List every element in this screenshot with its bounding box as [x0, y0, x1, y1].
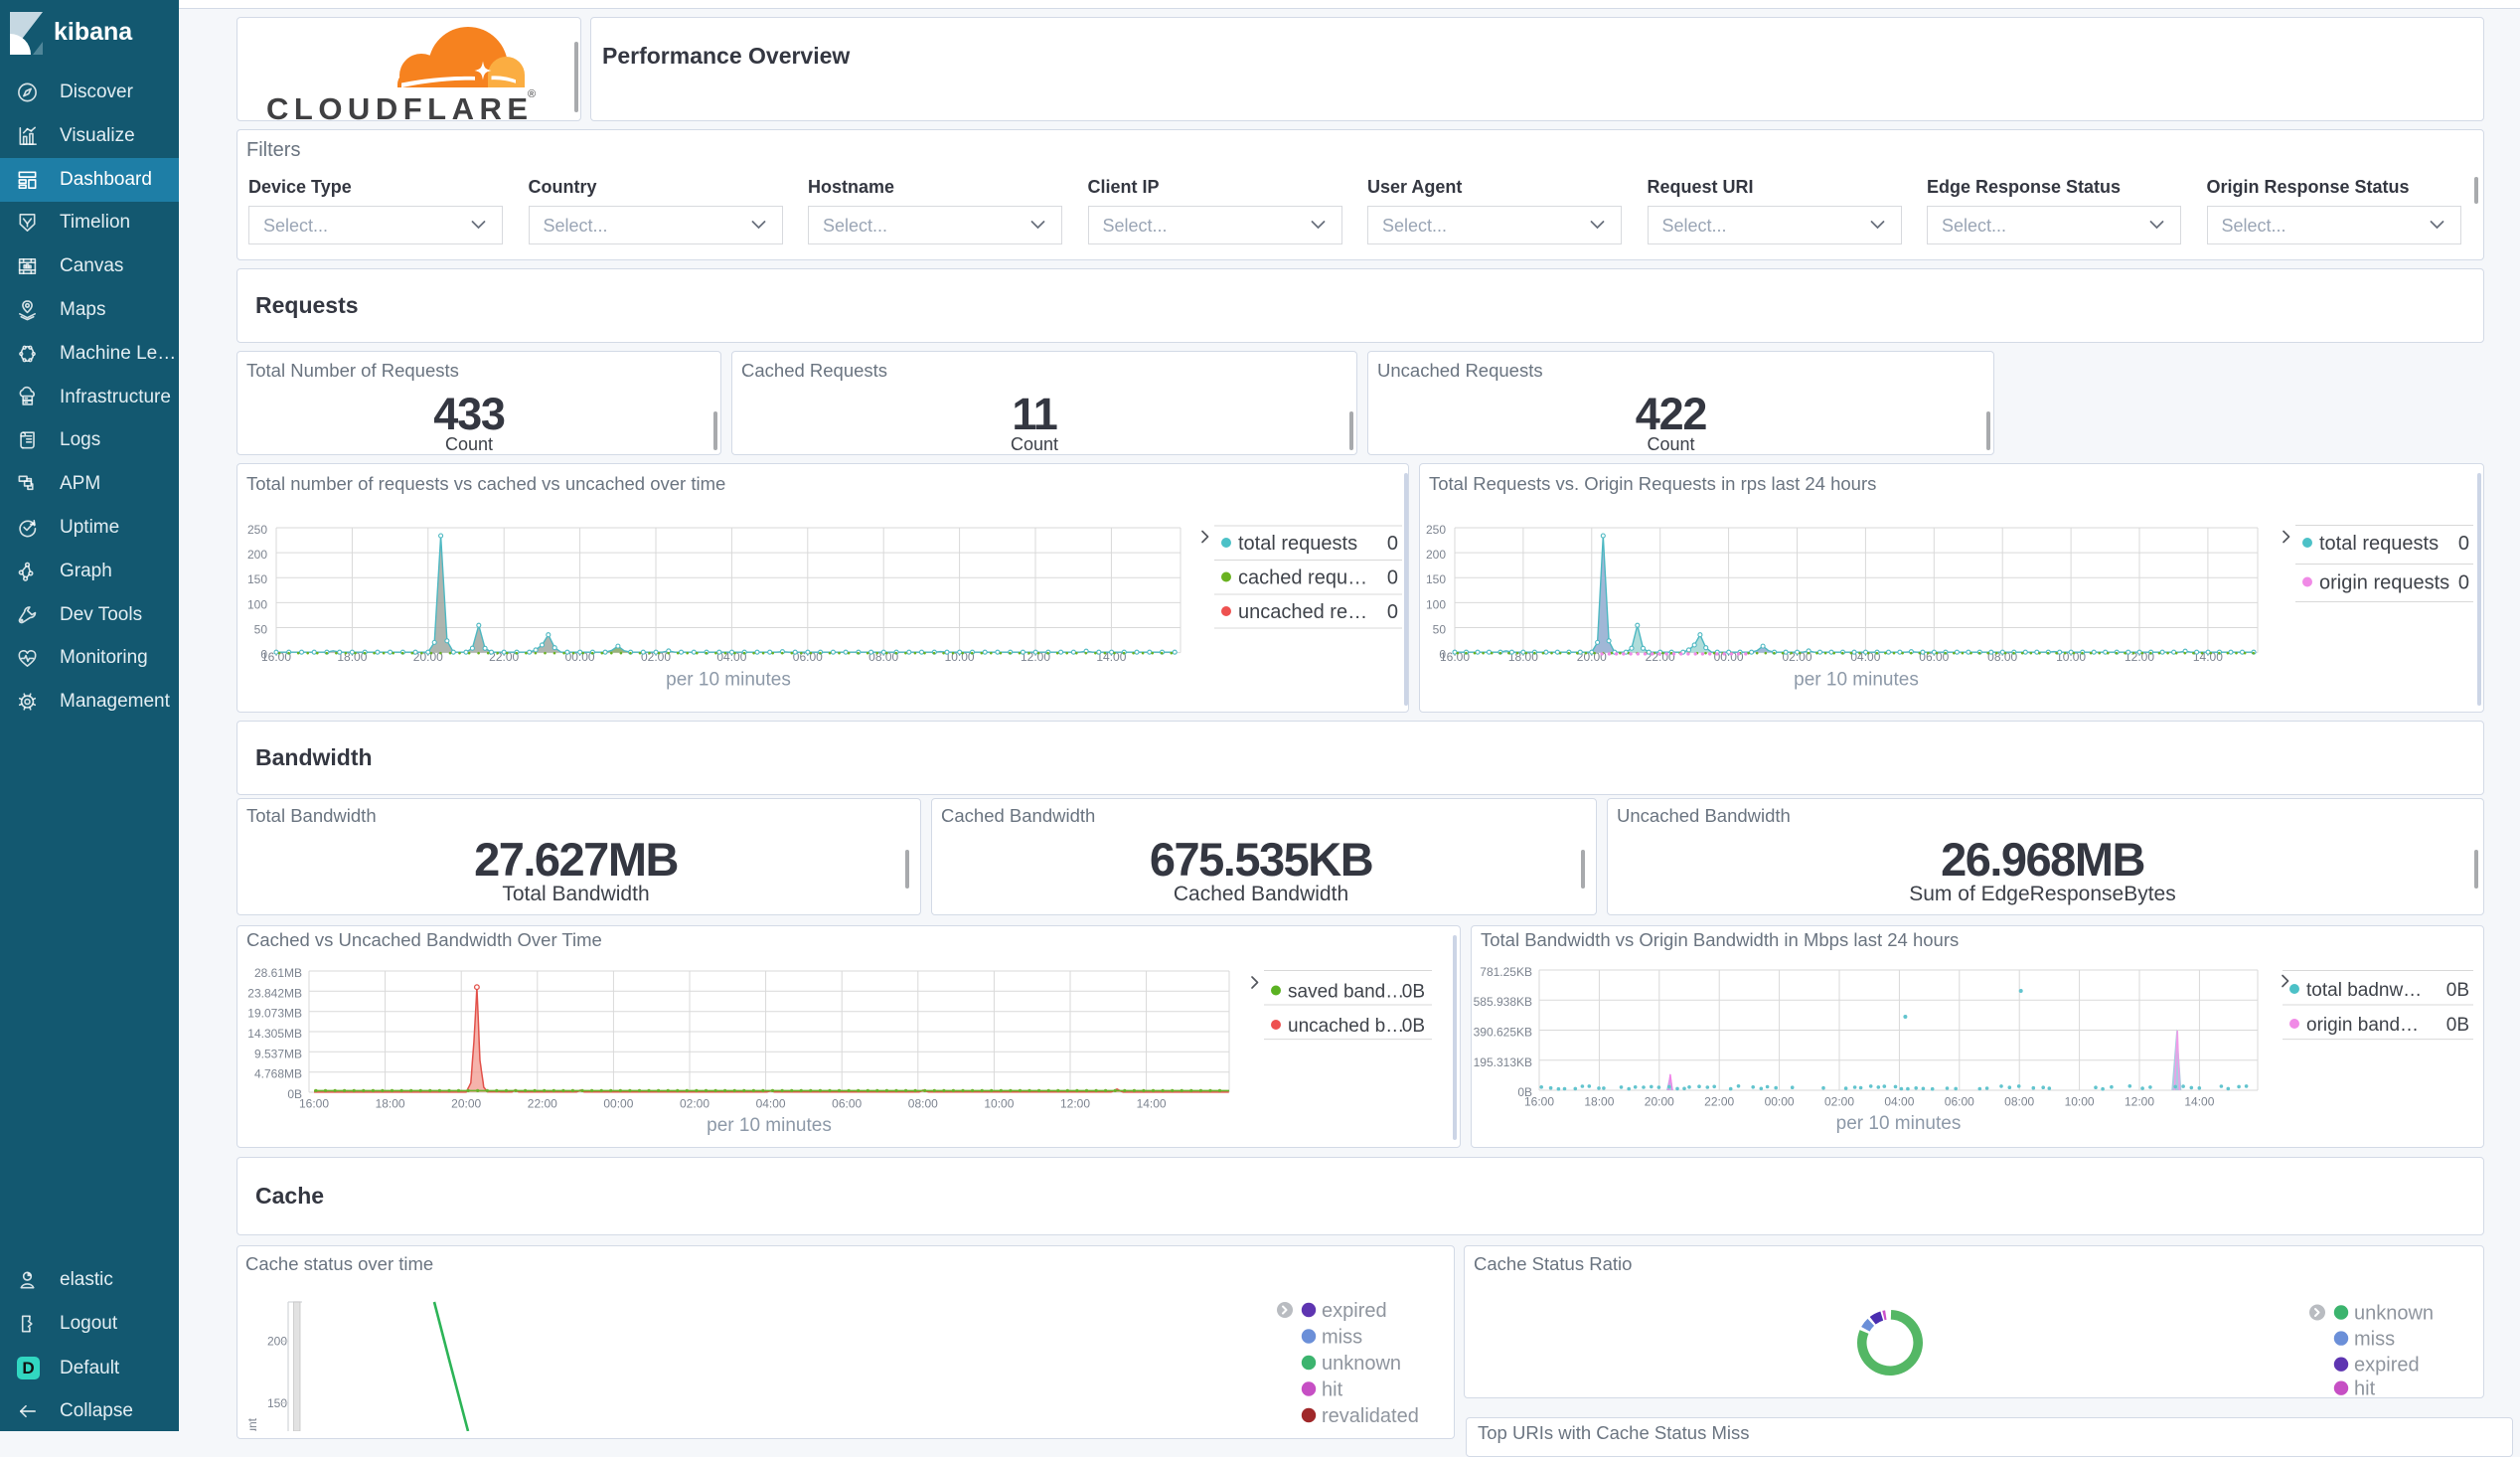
- svg-text:585.938KB: 585.938KB: [1474, 995, 1532, 1009]
- svg-text:0: 0: [1387, 567, 1398, 589]
- svg-text:22:00: 22:00: [1704, 1095, 1734, 1109]
- svg-text:10:00: 10:00: [984, 1097, 1014, 1111]
- svg-text:16:00: 16:00: [1524, 1095, 1554, 1109]
- svg-text:revalidated: revalidated: [1322, 1405, 1419, 1427]
- svg-text:28.61MB: 28.61MB: [254, 966, 302, 980]
- svg-text:16:00: 16:00: [299, 1097, 329, 1111]
- svg-text:06:00: 06:00: [832, 1097, 862, 1111]
- svg-text:per 10 minutes: per 10 minutes: [1794, 670, 1919, 691]
- svg-text:100: 100: [247, 597, 267, 611]
- svg-text:0B: 0B: [2446, 980, 2469, 1001]
- svg-text:CLOUDFLARE: CLOUDFLARE: [266, 91, 534, 121]
- svg-text:50: 50: [1433, 623, 1447, 637]
- svg-text:04:00: 04:00: [756, 1097, 786, 1111]
- svg-text:00:00: 00:00: [603, 1097, 633, 1111]
- svg-text:200: 200: [247, 548, 267, 562]
- svg-text:total requests: total requests: [1238, 533, 1357, 555]
- svg-text:04:00: 04:00: [1884, 1095, 1914, 1109]
- svg-text:unknown: unknown: [2354, 1303, 2434, 1325]
- svg-text:18:00: 18:00: [1584, 1095, 1614, 1109]
- svg-text:0: 0: [1387, 533, 1398, 555]
- svg-text:150: 150: [1426, 572, 1446, 586]
- svg-text:20:00: 20:00: [451, 1097, 481, 1111]
- svg-text:total requests: total requests: [2319, 533, 2439, 555]
- svg-text:0B: 0B: [1402, 982, 1425, 1003]
- svg-text:expired: expired: [2354, 1355, 2420, 1376]
- svg-text:0: 0: [2458, 533, 2469, 555]
- svg-text:19.073MB: 19.073MB: [247, 1007, 302, 1021]
- svg-text:uncached b…: uncached b…: [1288, 1016, 1404, 1037]
- svg-text:0: 0: [2458, 572, 2469, 594]
- svg-text:02:00: 02:00: [680, 1097, 709, 1111]
- svg-text:23.842MB: 23.842MB: [247, 986, 302, 1000]
- svg-text:195.313KB: 195.313KB: [1474, 1055, 1532, 1069]
- svg-text:14:00: 14:00: [1137, 1097, 1167, 1111]
- svg-text:06:00: 06:00: [1945, 1095, 1974, 1109]
- svg-text:22:00: 22:00: [528, 1097, 557, 1111]
- svg-text:20:00: 20:00: [1645, 1095, 1674, 1109]
- svg-text:per 10 minutes: per 10 minutes: [707, 1115, 832, 1136]
- svg-text:150: 150: [247, 572, 267, 586]
- svg-text:Count: Count: [245, 1417, 259, 1431]
- svg-text:12:00: 12:00: [1060, 1097, 1090, 1111]
- svg-text:50: 50: [254, 623, 268, 637]
- svg-text:hit: hit: [2354, 1378, 2376, 1398]
- svg-text:origin band…: origin band…: [2306, 1015, 2419, 1036]
- svg-text:390.625KB: 390.625KB: [1474, 1026, 1532, 1040]
- svg-text:0B: 0B: [2446, 1015, 2469, 1036]
- svg-text:08:00: 08:00: [2004, 1095, 2034, 1109]
- svg-text:total badnw…: total badnw…: [2306, 980, 2422, 1001]
- svg-text:18:00: 18:00: [376, 1097, 405, 1111]
- svg-text:per 10 minutes: per 10 minutes: [1836, 1113, 1962, 1134]
- svg-text:9.537MB: 9.537MB: [254, 1047, 302, 1060]
- svg-text:miss: miss: [2354, 1329, 2395, 1351]
- svg-text:200: 200: [1426, 548, 1446, 562]
- svg-text:uncached re…: uncached re…: [1238, 601, 1367, 623]
- svg-text:14:00: 14:00: [2184, 1095, 2214, 1109]
- svg-text:250: 250: [247, 523, 267, 537]
- svg-text:00:00: 00:00: [1765, 1095, 1795, 1109]
- svg-text:®: ®: [528, 88, 536, 100]
- svg-text:per 10 minutes: per 10 minutes: [666, 670, 791, 691]
- svg-text:100: 100: [1426, 597, 1446, 611]
- svg-text:4.768MB: 4.768MB: [254, 1067, 302, 1081]
- svg-text:14.305MB: 14.305MB: [247, 1027, 302, 1041]
- svg-text:12:00: 12:00: [2125, 1095, 2154, 1109]
- svg-text:saved band…: saved band…: [1288, 982, 1404, 1003]
- svg-text:250: 250: [1426, 523, 1446, 537]
- svg-text:02:00: 02:00: [1824, 1095, 1854, 1109]
- svg-text:hit: hit: [1322, 1379, 1343, 1401]
- svg-text:cached requ…: cached requ…: [1238, 567, 1367, 589]
- svg-text:08:00: 08:00: [908, 1097, 938, 1111]
- svg-text:781.25KB: 781.25KB: [1480, 965, 1532, 979]
- svg-text:expired: expired: [1322, 1300, 1387, 1322]
- svg-text:unknown: unknown: [1322, 1353, 1401, 1375]
- svg-text:origin requests: origin requests: [2319, 572, 2449, 594]
- svg-text:0: 0: [1387, 601, 1398, 623]
- svg-text:0B: 0B: [1402, 1016, 1425, 1037]
- svg-text:10:00: 10:00: [2065, 1095, 2095, 1109]
- svg-text:miss: miss: [1322, 1327, 1362, 1349]
